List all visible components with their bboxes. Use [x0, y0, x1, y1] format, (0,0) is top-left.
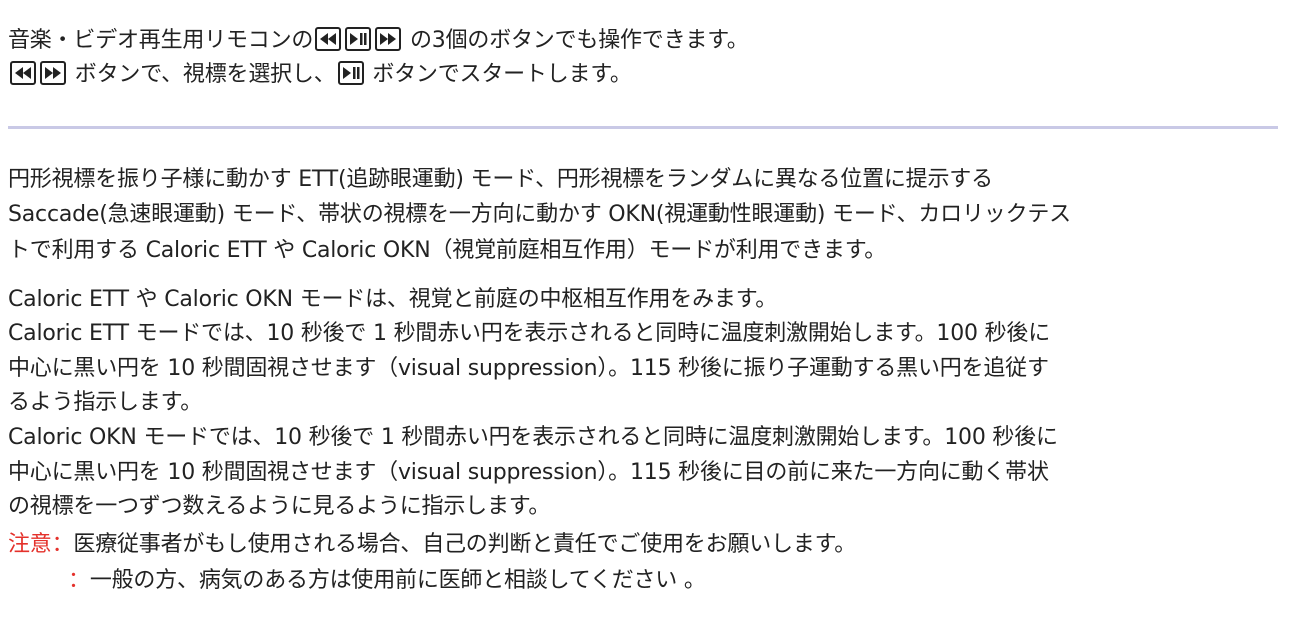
intro-line-2: ボタンで、視標を選択し、 ボタンでスタートします。	[8, 60, 1283, 90]
paragraph-4-line-2: 中心に黒い円を 10 秒間固視させます（visual suppression）。…	[8, 460, 1049, 485]
section-divider	[8, 126, 1278, 129]
paragraph-1-line-1: 円形視標を振り子様に動かす ETT(追跡眼運動) モード、円形視標をランダムに異…	[8, 167, 993, 192]
paragraph-1-line-2: Saccade(急速眼運動) モード、帯状の視標を一方向に動かす OKN(視運動…	[8, 202, 1071, 227]
notice-text-1: 医療従事者がもし使用される場合、自己の判断と責任でご使用をお願いします。	[73, 532, 857, 557]
paragraph-2-line-1: Caloric ETT や Caloric OKN モードは、視覚と前庭の中枢相…	[8, 287, 778, 312]
paragraph-4-line-1: Caloric OKN モードでは、10 秒後で 1 秒間赤い円を表示されると同…	[8, 425, 1058, 450]
play-pause-icon	[337, 61, 364, 85]
intro-line2-middle: ボタンで、視標を選択し、	[74, 62, 336, 87]
document-page: 音楽・ビデオ再生用リモコンの の3個のボタンでも操作できます。 ボタンで、視標を…	[0, 0, 1293, 629]
play-pause-icon	[345, 27, 372, 51]
notice-bullet: ：	[68, 568, 90, 593]
rewind-icon	[10, 61, 36, 85]
paragraph-3-line-1: Caloric ETT モードでは、10 秒後で 1 秒間赤い円を表示されると同…	[8, 321, 1051, 346]
intro-line1-prefix: 音楽・ビデオ再生用リモコンの	[8, 28, 314, 53]
paragraph-4-line-3: の視標を一つずつ数えるように見るように指示します。	[8, 494, 551, 519]
paragraph-3-line-2: 中心に黒い円を 10 秒間固視させます（visual suppression）。…	[8, 356, 1049, 381]
notice-line-1: 注意：医療従事者がもし使用される場合、自己の判断と責任でご使用をお願いします。	[8, 530, 1283, 560]
fast-forward-icon	[375, 27, 402, 51]
notice-line-2: ：一般の方、病気のある方は使用前に医師と相談してください 。	[8, 566, 1283, 596]
notice-label: 注意：	[8, 532, 74, 557]
intro-line2-suffix: ボタンでスタートします。	[372, 62, 632, 87]
paragraph-3-line-3: るよう指示します。	[8, 390, 203, 415]
intro-line-1: 音楽・ビデオ再生用リモコンの の3個のボタンでも操作できます。	[8, 26, 1283, 56]
intro-line1-suffix: の3個のボタンでも操作できます。	[410, 28, 749, 53]
fast-forward-icon	[40, 61, 66, 85]
rewind-icon	[315, 27, 342, 51]
notice-text-2: 一般の方、病気のある方は使用前に医師と相談してください 。	[89, 568, 706, 593]
paragraph-1-line-3: トで利用する Caloric ETT や Caloric OKN（視覚前庭相互作…	[8, 238, 887, 263]
